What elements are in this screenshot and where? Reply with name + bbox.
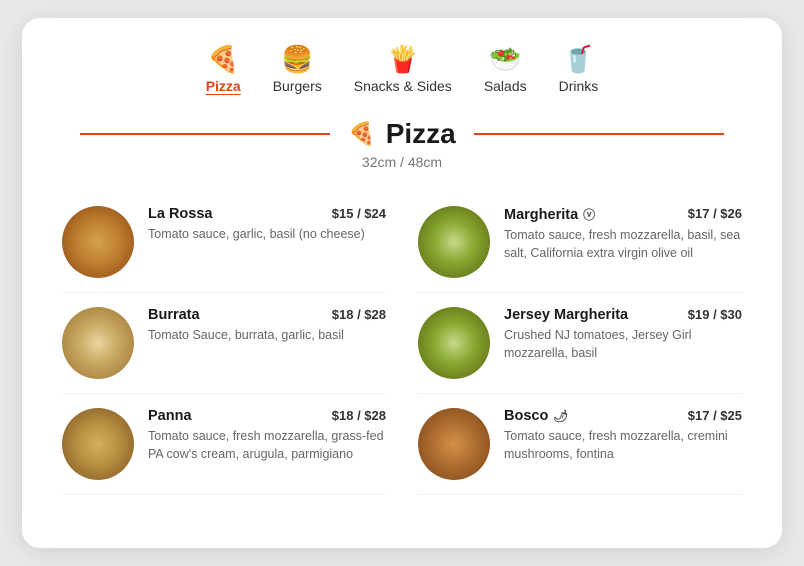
item-desc-panna: Tomato sauce, fresh mozzarella, grass-fe… <box>148 427 386 463</box>
pizza-nav-label: Pizza <box>206 78 241 94</box>
pizza-nav-icon: 🍕 <box>207 46 239 72</box>
nav-item-pizza[interactable]: 🍕 Pizza <box>206 46 241 94</box>
menu-item-info-bosco: Bosco 🌶 $17 / $25 Tomato sauce, fresh mo… <box>504 408 742 463</box>
item-price-bosco: $17 / $25 <box>688 408 742 423</box>
pizza-image-margherita <box>418 206 490 278</box>
snacks-nav-icon: 🍟 <box>387 46 419 72</box>
nav-item-burgers[interactable]: 🍔 Burgers <box>273 46 322 94</box>
menu-item-info-margherita: Margherita ⓥ $17 / $26 Tomato sauce, fre… <box>504 206 742 262</box>
salads-nav-icon: 🥗 <box>489 46 521 72</box>
burgers-nav-icon: 🍔 <box>281 46 313 72</box>
item-name-bosco: Bosco 🌶 <box>504 408 569 424</box>
menu-item-burrata: Burrata $18 / $28 Tomato Sauce, burrata,… <box>62 293 386 394</box>
burgers-nav-label: Burgers <box>273 78 322 94</box>
menu-card: 🍕 Pizza 🍔 Burgers 🍟 Snacks & Sides 🥗 Sal… <box>22 18 782 548</box>
item-price-la-rossa: $15 / $24 <box>332 206 386 221</box>
section-subtitle: 32cm / 48cm <box>62 154 742 170</box>
name-row-bosco: Bosco 🌶 $17 / $25 <box>504 408 742 424</box>
pizza-image-burrata <box>62 307 134 379</box>
name-row-burrata: Burrata $18 / $28 <box>148 307 386 323</box>
name-row-margherita: Margherita ⓥ $17 / $26 <box>504 206 742 223</box>
pizza-image-la-rossa <box>62 206 134 278</box>
vegan-badge: ⓥ <box>583 206 595 223</box>
menu-item-info-jersey-margherita: Jersey Margherita $19 / $30 Crushed NJ t… <box>504 307 742 362</box>
item-price-panna: $18 / $28 <box>332 408 386 423</box>
spicy-badge: 🌶 <box>553 409 568 423</box>
item-desc-bosco: Tomato sauce, fresh mozzarella, cremini … <box>504 427 742 463</box>
name-row-la-rossa: La Rossa $15 / $24 <box>148 206 386 222</box>
menu-item-la-rossa: La Rossa $15 / $24 Tomato sauce, garlic,… <box>62 192 386 293</box>
menu-item-bosco: Bosco 🌶 $17 / $25 Tomato sauce, fresh mo… <box>418 394 742 495</box>
menu-item-jersey-margherita: Jersey Margherita $19 / $30 Crushed NJ t… <box>418 293 742 394</box>
pizza-image-panna <box>62 408 134 480</box>
item-price-jersey-margherita: $19 / $30 <box>688 307 742 322</box>
nav-item-salads[interactable]: 🥗 Salads <box>484 46 527 94</box>
item-name-panna: Panna <box>148 408 192 424</box>
item-desc-burrata: Tomato Sauce, burrata, garlic, basil <box>148 326 386 344</box>
item-desc-la-rossa: Tomato sauce, garlic, basil (no cheese) <box>148 225 386 243</box>
item-price-margherita: $17 / $26 <box>688 206 742 221</box>
nav-item-snacks[interactable]: 🍟 Snacks & Sides <box>354 46 452 94</box>
drinks-nav-label: Drinks <box>559 78 599 94</box>
category-nav: 🍕 Pizza 🍔 Burgers 🍟 Snacks & Sides 🥗 Sal… <box>62 46 742 94</box>
item-price-burrata: $18 / $28 <box>332 307 386 322</box>
salads-nav-label: Salads <box>484 78 527 94</box>
menu-item-info-burrata: Burrata $18 / $28 Tomato Sauce, burrata,… <box>148 307 386 344</box>
menu-grid: La Rossa $15 / $24 Tomato sauce, garlic,… <box>62 192 742 495</box>
name-row-panna: Panna $18 / $28 <box>148 408 386 424</box>
section-title-wrap: 🍕 Pizza <box>348 118 455 150</box>
menu-item-margherita: Margherita ⓥ $17 / $26 Tomato sauce, fre… <box>418 192 742 293</box>
menu-item-info-la-rossa: La Rossa $15 / $24 Tomato sauce, garlic,… <box>148 206 386 243</box>
item-desc-jersey-margherita: Crushed NJ tomatoes, Jersey Girl mozzare… <box>504 326 742 362</box>
item-name-la-rossa: La Rossa <box>148 206 212 222</box>
drinks-nav-icon: 🥤 <box>562 46 594 72</box>
section-pizza-icon: 🍕 <box>348 121 375 147</box>
name-row-jersey-margherita: Jersey Margherita $19 / $30 <box>504 307 742 323</box>
pizza-image-bosco <box>418 408 490 480</box>
snacks-nav-label: Snacks & Sides <box>354 78 452 94</box>
item-name-margherita: Margherita ⓥ <box>504 206 595 223</box>
item-name-jersey-margherita: Jersey Margherita <box>504 307 628 323</box>
section-header: 🍕 Pizza <box>62 118 742 150</box>
item-name-burrata: Burrata <box>148 307 200 323</box>
item-desc-margherita: Tomato sauce, fresh mozzarella, basil, s… <box>504 226 742 262</box>
menu-item-panna: Panna $18 / $28 Tomato sauce, fresh mozz… <box>62 394 386 495</box>
section-title: Pizza <box>386 118 456 150</box>
nav-item-drinks[interactable]: 🥤 Drinks <box>559 46 599 94</box>
menu-item-info-panna: Panna $18 / $28 Tomato sauce, fresh mozz… <box>148 408 386 463</box>
pizza-image-jersey-margherita <box>418 307 490 379</box>
